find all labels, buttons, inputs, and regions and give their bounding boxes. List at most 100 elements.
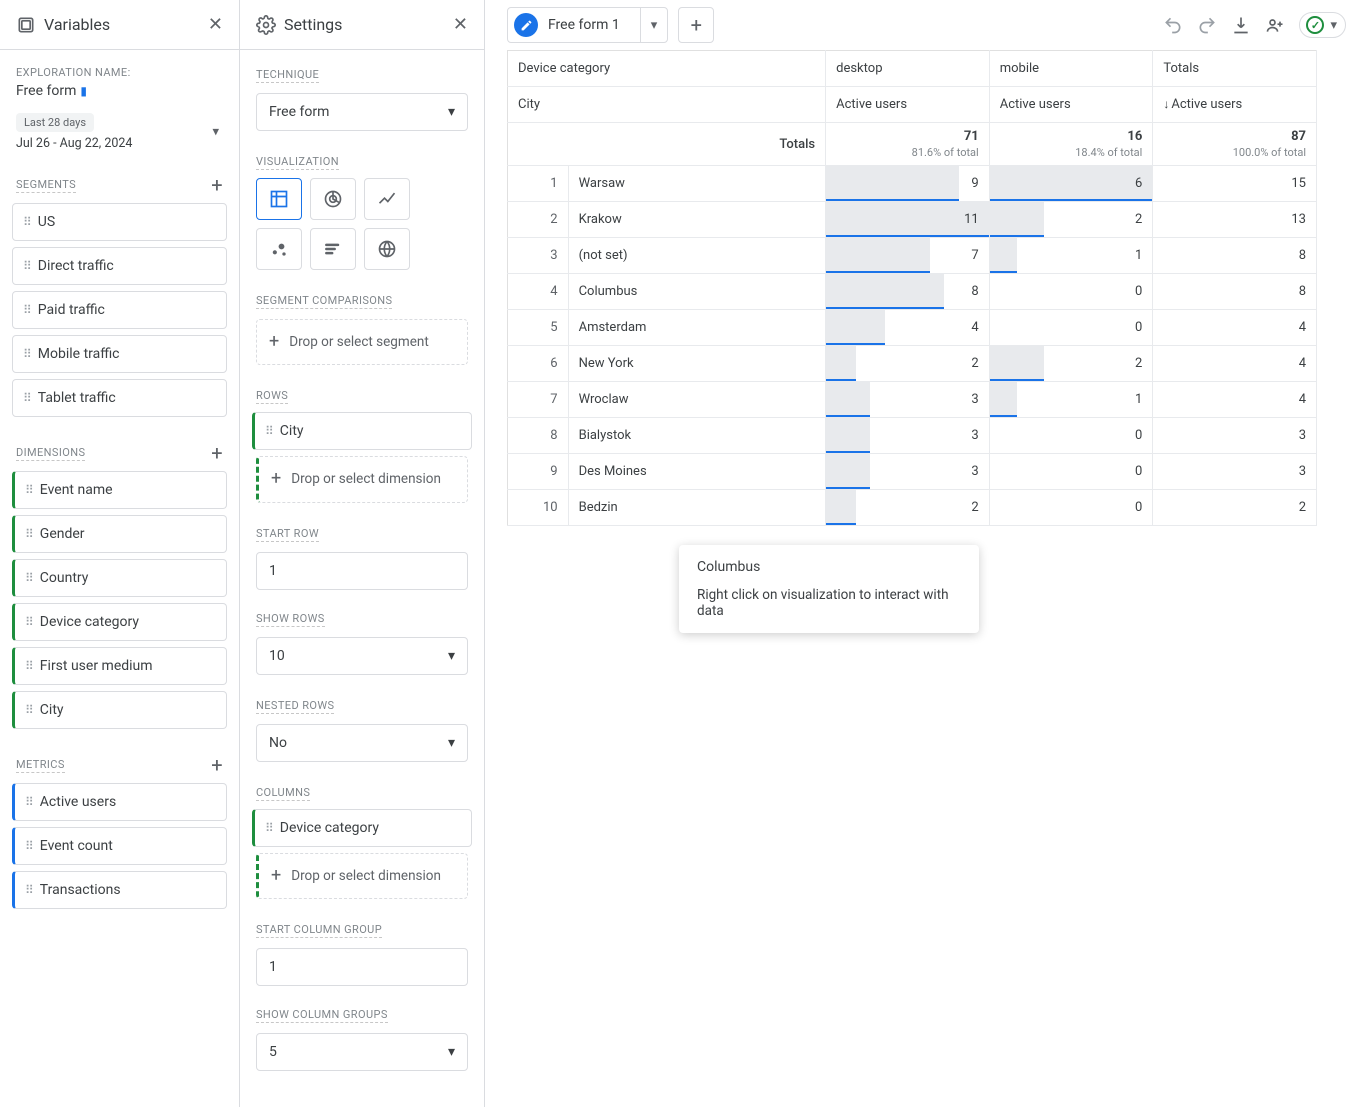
start-col-input[interactable]: 1 xyxy=(256,948,468,986)
columns-chip-device-category[interactable]: ⠿ Device category xyxy=(252,809,472,847)
chip[interactable]: ⠿City xyxy=(12,691,227,729)
chip[interactable]: ⠿First user medium xyxy=(12,647,227,685)
table-row[interactable]: 4Columbus808 xyxy=(508,274,1317,310)
undo-button[interactable] xyxy=(1163,15,1183,35)
viz-scatter-button[interactable] xyxy=(256,228,302,270)
visualization-label: VISUALIZATION xyxy=(256,155,339,170)
metric-cell: 11 xyxy=(826,202,990,238)
close-settings-button[interactable]: ✕ xyxy=(453,16,468,34)
start-row-label: START ROW xyxy=(256,527,319,542)
date-range-selector[interactable]: Last 28 days Jul 26 - Aug 22, 2024 ▾ xyxy=(16,113,223,151)
totals-total: 87 100.0% of total xyxy=(1153,123,1317,166)
metric-cell: 0 xyxy=(989,310,1153,346)
columns-dropzone[interactable]: + Drop or select dimension xyxy=(256,853,468,899)
chevron-down-icon: ▾ xyxy=(448,735,455,751)
chip[interactable]: ⠿Mobile traffic xyxy=(12,335,227,373)
add-segment-button[interactable]: + xyxy=(211,175,223,195)
chip[interactable]: ⠿Event count xyxy=(12,827,227,865)
share-button[interactable] xyxy=(1265,15,1285,35)
chip[interactable]: ⠿Tablet traffic xyxy=(12,379,227,417)
chip[interactable]: ⠿US xyxy=(12,203,227,241)
chip[interactable]: ⠿Country xyxy=(12,559,227,597)
totals-label: Totals xyxy=(508,123,826,166)
header-row-dimension[interactable]: Device category xyxy=(508,51,826,87)
metrics-list: ⠿Active users ⠿Event count ⠿Transactions xyxy=(0,779,239,917)
tab-bar: Free form 1 ▾ + ✓ ▾ xyxy=(485,0,1362,50)
start-row-input[interactable]: 1 xyxy=(256,552,468,590)
chip[interactable]: ⠿Direct traffic xyxy=(12,247,227,285)
chevron-down-icon: ▾ xyxy=(448,104,455,120)
show-col-select[interactable]: 5 ▾ xyxy=(256,1033,468,1071)
metric-cell: 2 xyxy=(826,346,990,382)
metric-cell: 7 xyxy=(826,238,990,274)
row-index: 4 xyxy=(508,274,569,310)
header-col-mobile[interactable]: mobile xyxy=(989,51,1153,87)
drag-handle-icon: ⠿ xyxy=(25,659,32,673)
row-city: Bialystok xyxy=(568,418,826,454)
segments-list: ⠿US ⠿Direct traffic ⠿Paid traffic ⠿Mobile t… xyxy=(0,199,239,425)
chip[interactable]: ⠿Paid traffic xyxy=(12,291,227,329)
header-col-desktop[interactable]: desktop xyxy=(826,51,990,87)
date-range: Jul 26 - Aug 22, 2024 xyxy=(16,136,199,151)
status-indicator[interactable]: ✓ ▾ xyxy=(1299,12,1346,38)
metric-cell: 9 xyxy=(826,166,990,202)
viz-donut-button[interactable] xyxy=(310,178,356,220)
chip[interactable]: ⠿Active users xyxy=(12,783,227,821)
metric-cell: 3 xyxy=(1153,418,1317,454)
row-index: 6 xyxy=(508,346,569,382)
close-variables-button[interactable]: ✕ xyxy=(208,16,223,34)
viz-bar-button[interactable] xyxy=(310,228,356,270)
table-row[interactable]: 5Amsterdam404 xyxy=(508,310,1317,346)
chip[interactable]: ⠿Gender xyxy=(12,515,227,553)
table-row[interactable]: 2Krakow11213 xyxy=(508,202,1317,238)
viz-line-button[interactable] xyxy=(364,178,410,220)
row-index: 9 xyxy=(508,454,569,490)
table-row[interactable]: 9Des Moines303 xyxy=(508,454,1317,490)
header-city[interactable]: City xyxy=(508,87,826,123)
table-row[interactable]: 6New York224 xyxy=(508,346,1317,382)
table-row[interactable]: 10Bedzin202 xyxy=(508,490,1317,526)
chevron-down-icon: ▾ xyxy=(1330,18,1337,33)
download-button[interactable] xyxy=(1231,15,1251,35)
header-metric-totals[interactable]: ↓Active users xyxy=(1153,87,1317,123)
table-row[interactable]: 1Warsaw9615 xyxy=(508,166,1317,202)
chip[interactable]: ⠿Transactions xyxy=(12,871,227,909)
table-row[interactable]: 3(not set)718 xyxy=(508,238,1317,274)
plus-icon: + xyxy=(271,467,281,491)
rows-dropzone[interactable]: + Drop or select dimension xyxy=(256,456,468,502)
header-metric-desktop[interactable]: Active users xyxy=(826,87,990,123)
row-index: 3 xyxy=(508,238,569,274)
tab-menu-button[interactable]: ▾ xyxy=(640,8,668,42)
exploration-name-input[interactable]: Free form ▮ xyxy=(16,83,223,99)
start-col-label: START COLUMN GROUP xyxy=(256,923,382,938)
metric-cell: 4 xyxy=(826,310,990,346)
totals-mobile: 16 18.4% of total xyxy=(989,123,1153,166)
date-preset: Last 28 days xyxy=(16,113,94,132)
add-tab-button[interactable]: + xyxy=(678,7,714,43)
table-row[interactable]: 7Wroclaw314 xyxy=(508,382,1317,418)
chip[interactable]: ⠿Event name xyxy=(12,471,227,509)
rows-chip-city[interactable]: ⠿ City xyxy=(252,412,472,450)
table-row[interactable]: 8Bialystok303 xyxy=(508,418,1317,454)
drag-handle-icon: ⠿ xyxy=(265,424,272,438)
metric-cell: 0 xyxy=(989,274,1153,310)
header-metric-mobile[interactable]: Active users xyxy=(989,87,1153,123)
viz-table-button[interactable] xyxy=(256,178,302,220)
header-col-totals[interactable]: Totals xyxy=(1153,51,1317,87)
segment-dropzone[interactable]: + Drop or select segment xyxy=(256,319,468,365)
exploration-tab[interactable]: Free form 1 ▾ xyxy=(507,7,668,43)
add-metric-button[interactable]: + xyxy=(211,755,223,775)
viz-geo-button[interactable] xyxy=(364,228,410,270)
row-city: Wroclaw xyxy=(568,382,826,418)
nested-rows-select[interactable]: No ▾ xyxy=(256,724,468,762)
metric-cell: 0 xyxy=(989,418,1153,454)
chevron-down-icon: ▾ xyxy=(448,1044,455,1060)
show-rows-select[interactable]: 10 ▾ xyxy=(256,637,468,675)
add-dimension-button[interactable]: + xyxy=(211,443,223,463)
drag-handle-icon: ⠿ xyxy=(25,527,32,541)
redo-button[interactable] xyxy=(1197,15,1217,35)
technique-select[interactable]: Free form ▾ xyxy=(256,93,468,131)
sort-desc-icon: ↓ xyxy=(1163,97,1169,111)
chip[interactable]: ⠿Device category xyxy=(12,603,227,641)
row-index: 8 xyxy=(508,418,569,454)
